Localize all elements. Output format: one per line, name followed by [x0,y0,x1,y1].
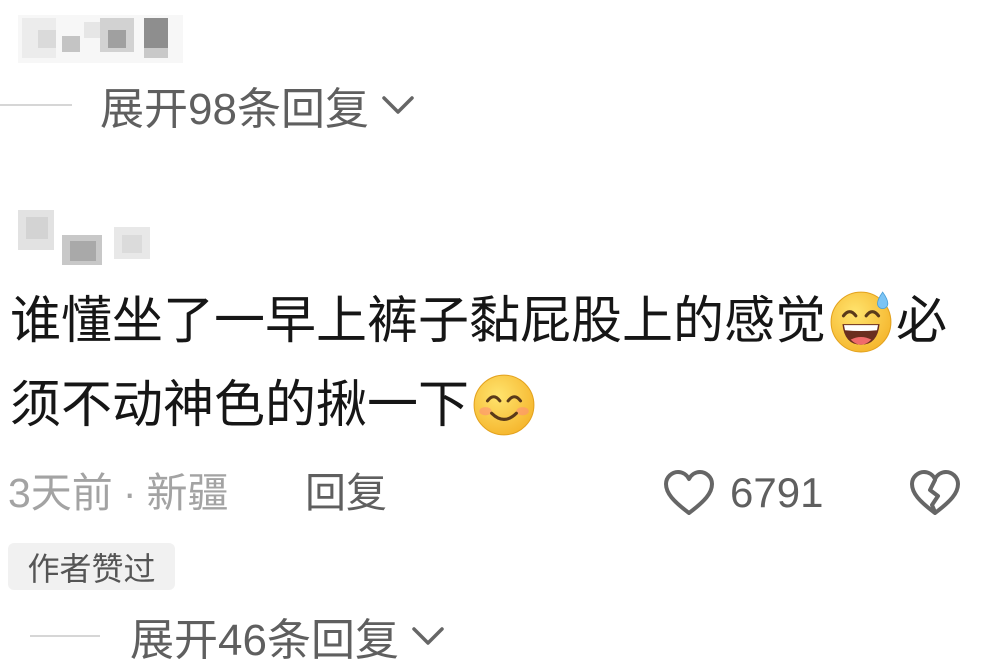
author-liked-badge-label: 作者赞过 [27,550,156,587]
smiling-face-with-smiling-eyes-emoji [473,374,535,436]
divider-line [0,104,72,106]
author-liked-badge: 作者赞过 [8,543,175,590]
comment-meta: 3天前 · 新疆 [8,468,228,518]
blurred-username[interactable] [16,205,156,270]
grinning-face-with-sweat-emoji [830,291,892,353]
expand-replies-button[interactable]: 展开46条回复 [30,613,447,665]
comment-text: 须不动神色的揪一下 [10,376,470,433]
comment-text: 谁懂坐了一早上裤子黏屁股上的感觉 [10,292,827,349]
chevron-down-icon [412,627,444,645]
mosaic-block [84,22,100,38]
comment-time: 3天前 [8,470,113,516]
expand-replies-label: 展开46条回复 [130,616,399,665]
divider-line [30,635,100,637]
blurred-username[interactable] [18,10,183,65]
mosaic-block [122,235,142,253]
comment-text: 必 [896,292,948,349]
mosaic-block [108,30,126,48]
mosaic-block [26,217,48,239]
comment-actions: 3天前 · 新疆 回复 6791 [0,468,991,518]
expand-replies-button[interactable]: 展开98条回复 [0,80,417,134]
mosaic-block [62,36,80,52]
heart-outline-icon [664,470,714,515]
mosaic-block [70,241,96,261]
like-button[interactable]: 6791 [663,468,823,518]
expand-replies-label: 展开98条回复 [100,85,369,134]
mosaic-block [144,18,168,50]
chevron-down-icon [382,96,414,114]
broken-heart-icon[interactable] [908,469,962,517]
meta-separator: · [122,470,137,516]
mosaic-block [144,48,168,58]
reply-button[interactable]: 回复 [305,468,387,518]
comment-text-line-1: 谁懂坐了一早上裤子黏屁股上的感觉 必 [10,286,947,356]
like-count: 6791 [730,469,824,516]
comment-location: 新疆 [146,470,229,516]
comment-text-line-2: 须不动神色的揪一下 [10,370,539,440]
mosaic-block [38,30,56,48]
